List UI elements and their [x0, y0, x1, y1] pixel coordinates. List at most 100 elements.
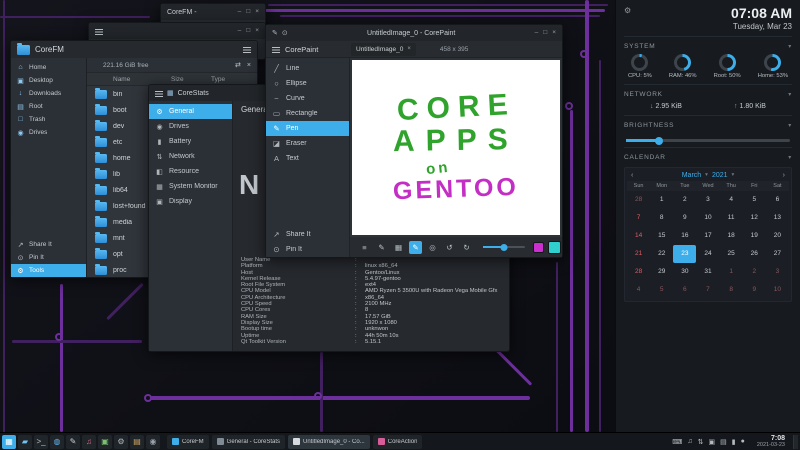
corestats-tab-battery[interactable]: ▮Battery: [149, 134, 232, 149]
minimize-icon[interactable]: –: [535, 30, 539, 37]
calendar-day[interactable]: 29: [650, 263, 673, 281]
corestats-tab-drives[interactable]: ◉Drives: [149, 119, 232, 134]
corepaint-titlebar[interactable]: ✎ ⊙ UntitledImage_0 - CorePaint – □ ×: [266, 25, 562, 41]
corefm-action-share-it[interactable]: ↗Share It: [11, 238, 86, 251]
calendar-day[interactable]: 24: [696, 245, 719, 263]
calendar-day[interactable]: 16: [673, 227, 696, 245]
corefm-place-desktop[interactable]: ▣Desktop: [11, 74, 86, 87]
calendar-day[interactable]: 9: [673, 209, 696, 227]
show-desktop-button[interactable]: [793, 435, 798, 449]
editor-icon[interactable]: ✎: [66, 435, 80, 449]
display-icon[interactable]: ▣: [709, 438, 716, 446]
calendar-next-button[interactable]: ›: [783, 172, 785, 179]
undo-icon[interactable]: ↺: [443, 241, 456, 254]
calendar-day[interactable]: 3: [766, 263, 789, 281]
section-collapse-icon[interactable]: ▾: [788, 122, 792, 129]
maximize-icon[interactable]: □: [246, 9, 250, 16]
redo-icon[interactable]: ↻: [460, 241, 473, 254]
corefm-action-pin-it[interactable]: ⊙Pin It: [11, 251, 86, 264]
calendar-day[interactable]: 8: [650, 209, 673, 227]
column-size[interactable]: Size: [171, 76, 211, 83]
tool-pen[interactable]: ✎Pen: [266, 121, 349, 136]
task-coreaction[interactable]: CoreAction: [373, 435, 423, 449]
corestats-tab-system-monitor[interactable]: ▦System Monitor: [149, 179, 232, 194]
terminal-icon[interactable]: >_: [34, 435, 48, 449]
corestats-tab-display[interactable]: ▣Display: [149, 194, 232, 209]
image-viewer-icon[interactable]: ▣: [98, 435, 112, 449]
tool-text[interactable]: AText: [266, 151, 349, 166]
notifications-icon[interactable]: ●: [741, 438, 745, 445]
corestats-tab-network[interactable]: ⇅Network: [149, 149, 232, 164]
archive-icon[interactable]: ▤: [130, 435, 144, 449]
calendar-day[interactable]: 31: [696, 263, 719, 281]
calendar-day[interactable]: 3: [696, 191, 719, 209]
column-name[interactable]: Name: [113, 76, 171, 83]
calendar-day[interactable]: 6: [673, 281, 696, 299]
column-type[interactable]: Type: [211, 76, 257, 83]
calendar-day[interactable]: 10: [766, 281, 789, 299]
calendar-day[interactable]: 15: [650, 227, 673, 245]
brightness-slider[interactable]: [626, 139, 790, 142]
corefm-place-drives[interactable]: ◉Drives: [11, 126, 86, 139]
corepaint-action-pin-it[interactable]: ⊙Pin It: [266, 242, 349, 257]
section-collapse-icon[interactable]: ▾: [788, 154, 792, 161]
pen-size-slider[interactable]: [483, 246, 525, 248]
cyan-swatch[interactable]: [548, 241, 561, 254]
tool-curve[interactable]: ~Curve: [266, 91, 349, 106]
maximize-icon[interactable]: □: [543, 30, 547, 37]
calendar-month[interactable]: March: [682, 172, 701, 179]
volume-icon[interactable]: ♫: [687, 438, 692, 445]
corefm-place-downloads[interactable]: ↓Downloads: [11, 87, 86, 100]
calendar-day[interactable]: 7: [627, 209, 650, 227]
brush-icon[interactable]: ✎: [375, 241, 388, 254]
section-collapse-icon[interactable]: ▾: [788, 43, 792, 50]
shuffle-icon[interactable]: ⇄: [235, 61, 241, 69]
task-corefm[interactable]: CoreFM: [167, 435, 209, 449]
calendar-day[interactable]: 19: [743, 227, 766, 245]
tab-close-icon[interactable]: ×: [407, 46, 411, 52]
year-dropdown-icon[interactable]: ▾: [732, 172, 735, 178]
corefm-place-root[interactable]: ▤Root: [11, 100, 86, 113]
titlebar[interactable]: CoreFM - – □ ×: [161, 4, 265, 20]
calendar-day[interactable]: 5: [650, 281, 673, 299]
maximize-icon[interactable]: □: [246, 28, 250, 35]
calendar-day[interactable]: 2: [673, 191, 696, 209]
calendar-day[interactable]: 1: [650, 191, 673, 209]
image-tab[interactable]: UntitledImage_0 ×: [351, 43, 416, 56]
calendar-day[interactable]: 22: [650, 245, 673, 263]
calendar-day[interactable]: 28: [627, 263, 650, 281]
month-dropdown-icon[interactable]: ▾: [705, 172, 708, 178]
calendar-day[interactable]: 8: [720, 281, 743, 299]
corefm-place-home[interactable]: ⌂Home: [11, 61, 86, 74]
app-launcher-icon[interactable]: ▦: [2, 435, 16, 449]
tool-ellipse[interactable]: ○Ellipse: [266, 76, 349, 91]
files-icon[interactable]: ▰: [18, 435, 32, 449]
calendar-day[interactable]: 11: [720, 209, 743, 227]
shapes-icon[interactable]: ▦: [392, 241, 405, 254]
pen-tool-icon[interactable]: ✎: [409, 241, 422, 254]
calendar-day[interactable]: 5: [743, 191, 766, 209]
calendar-day[interactable]: 27: [766, 245, 789, 263]
calendar-day[interactable]: 2: [743, 263, 766, 281]
taskbar-clock[interactable]: 7:08 2021-03-23: [757, 435, 785, 449]
network-tray-icon[interactable]: ⇅: [698, 438, 704, 446]
calendar-day[interactable]: 13: [766, 209, 789, 227]
close-icon[interactable]: ×: [255, 9, 259, 16]
menu-icon[interactable]: [243, 46, 251, 53]
tool-line[interactable]: ╱Line: [266, 61, 349, 76]
calendar-day[interactable]: 20: [766, 227, 789, 245]
titlebar[interactable]: – □ ×: [89, 23, 265, 39]
corepaint-action-share-it[interactable]: ↗Share It: [266, 227, 349, 242]
calendar-day[interactable]: 9: [743, 281, 766, 299]
menu-icon[interactable]: [272, 46, 280, 53]
section-collapse-icon[interactable]: ▾: [788, 91, 792, 98]
calendar-day[interactable]: 21: [627, 245, 650, 263]
close-icon[interactable]: ×: [247, 62, 251, 69]
calendar-day[interactable]: 25: [720, 245, 743, 263]
menu-icon[interactable]: [155, 90, 163, 97]
battery-icon[interactable]: ▮: [732, 438, 736, 446]
paint-canvas[interactable]: COREAPPSonGENTOO: [352, 60, 560, 235]
tool-eraser[interactable]: ◪Eraser: [266, 136, 349, 151]
music-icon[interactable]: ♫: [82, 435, 96, 449]
calendar-day[interactable]: 4: [720, 191, 743, 209]
